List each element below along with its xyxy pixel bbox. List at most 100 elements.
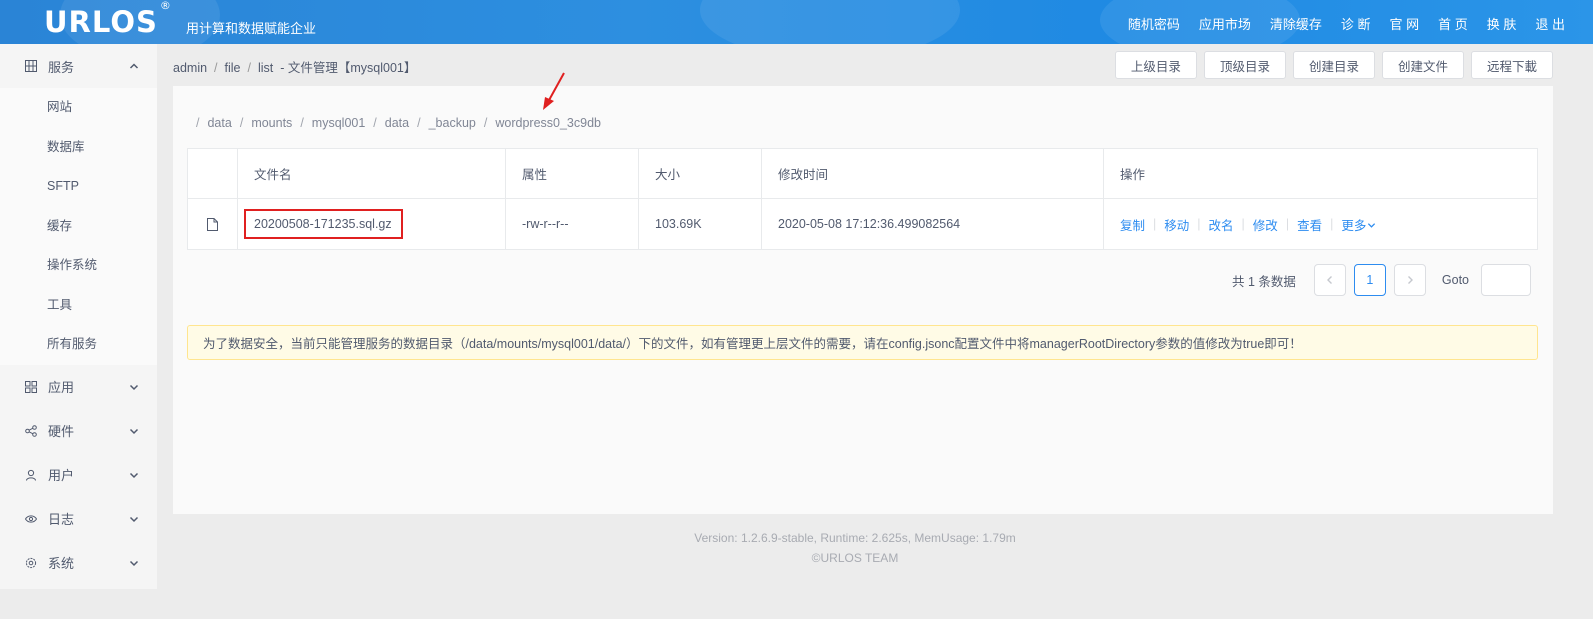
more-label: 更多 bbox=[1341, 218, 1367, 233]
path-segment[interactable]: mounts bbox=[251, 116, 292, 130]
sidebar-item-database[interactable]: 数据库 bbox=[0, 128, 157, 168]
slogan: 用计算和数据赋能企业 bbox=[186, 21, 317, 36]
nav-official-site[interactable]: 官 网 bbox=[1390, 14, 1420, 33]
path-segment[interactable]: data bbox=[207, 116, 231, 130]
logo-registered-mark: ® bbox=[159, 0, 172, 13]
pagination: 共 1 条数据 1 Goto bbox=[1232, 264, 1531, 296]
prev-page-button[interactable] bbox=[1313, 264, 1346, 296]
sidebar-group-label: 日志 bbox=[48, 512, 75, 527]
copy-link[interactable]: 复制 bbox=[1120, 215, 1145, 234]
op-separator: | bbox=[1330, 217, 1334, 231]
breadcrumb-separator: / bbox=[214, 61, 218, 75]
path-segment[interactable]: mysql001 bbox=[312, 116, 366, 130]
create-dir-button[interactable]: 创建目录 bbox=[1292, 51, 1375, 79]
file-name[interactable]: 20200508-171235.sql.gz bbox=[244, 209, 403, 239]
file-table: 文件名 属性 大小 修改时间 操作 20200508-171235.sql.gz… bbox=[187, 148, 1538, 250]
file-ops: 复制 | 移动 | 改名 | 修改 | 查看 | 更多 bbox=[1104, 199, 1537, 249]
file-attr: -rw-r--r-- bbox=[506, 199, 639, 249]
view-link[interactable]: 查看 bbox=[1297, 215, 1322, 234]
parent-dir-button[interactable]: 上级目录 bbox=[1114, 51, 1197, 79]
op-separator: | bbox=[1197, 217, 1201, 231]
sidebar-item-website[interactable]: 网站 bbox=[0, 88, 157, 128]
chevron-down-icon bbox=[129, 468, 139, 483]
chevron-right-icon bbox=[1407, 276, 1413, 284]
breadcrumb-dash: - bbox=[276, 61, 288, 75]
file-panel: / data / mounts / mysql001 / data / _backup / wordp… bbox=[173, 86, 1553, 514]
file-size: 103.69K bbox=[639, 199, 762, 249]
eye-icon bbox=[24, 512, 38, 526]
pagination-total: 共 1 条数据 bbox=[1231, 274, 1296, 289]
chevron-down-icon bbox=[1366, 219, 1376, 233]
security-notice: 为了数据安全，当前只能管理服务的数据目录（/data/mounts/mysql0… bbox=[187, 325, 1538, 360]
path-segment[interactable]: data bbox=[385, 116, 409, 130]
more-dropdown[interactable]: 更多 bbox=[1341, 215, 1376, 234]
remote-download-button[interactable]: 远程下載 bbox=[1470, 51, 1553, 79]
table-header-size: 大小 bbox=[639, 149, 762, 198]
sidebar-group-label: 服务 bbox=[48, 59, 75, 75]
header-decoration bbox=[700, 0, 960, 44]
goto-page-input[interactable] bbox=[1481, 264, 1531, 296]
path-segment[interactable]: _backup bbox=[429, 116, 476, 130]
sidebar-group-apps[interactable]: 应用 bbox=[0, 365, 157, 409]
nav-home[interactable]: 首 页 bbox=[1438, 14, 1468, 33]
nav-app-market[interactable]: 应用市场 bbox=[1199, 14, 1251, 33]
nav-skin[interactable]: 换 肤 bbox=[1487, 14, 1517, 33]
next-page-button[interactable] bbox=[1393, 264, 1426, 296]
path-separator: / bbox=[417, 116, 421, 130]
breadcrumb-item[interactable]: admin bbox=[173, 61, 207, 75]
nav-logout[interactable]: 退 出 bbox=[1535, 14, 1565, 33]
op-separator: | bbox=[1241, 217, 1245, 231]
sidebar-item-all-services[interactable]: 所有服务 bbox=[0, 325, 157, 365]
sidebar-item-cache[interactable]: 缓存 bbox=[0, 207, 157, 247]
page-1-button[interactable]: 1 bbox=[1353, 264, 1386, 296]
path-breadcrumb: / data / mounts / mysql001 / data / _backup / wordp… bbox=[196, 116, 601, 130]
op-separator: | bbox=[1285, 217, 1290, 231]
breadcrumb-separator: / bbox=[247, 61, 251, 75]
file-mtime: 2020-05-08 17:12:36.499082564 bbox=[762, 199, 1104, 249]
sidebar-group-logs[interactable]: 日志 bbox=[0, 497, 157, 541]
sidebar-item-tools[interactable]: 工具 bbox=[0, 286, 157, 326]
chevron-left-icon bbox=[1326, 276, 1332, 284]
sidebar-group-users[interactable]: 用户 bbox=[0, 453, 157, 497]
sidebar-item-os[interactable]: 操作系统 bbox=[0, 246, 157, 286]
table-header-icon bbox=[188, 149, 238, 198]
rename-link[interactable]: 改名 bbox=[1209, 215, 1234, 234]
top-dir-button[interactable]: 顶级目录 bbox=[1203, 51, 1286, 79]
chevron-down-icon bbox=[129, 424, 139, 439]
chevron-up-icon bbox=[129, 59, 139, 74]
breadcrumb-item[interactable]: list bbox=[258, 61, 273, 75]
goto-label: Goto bbox=[1441, 273, 1469, 287]
sidebar-group-label: 应用 bbox=[48, 380, 75, 395]
path-separator: / bbox=[239, 116, 244, 130]
chevron-down-icon bbox=[129, 556, 139, 571]
breadcrumb-item[interactable]: file bbox=[225, 61, 241, 75]
table-header-mtime: 修改时间 bbox=[762, 149, 1104, 198]
page-title: 文件管理【mysql001】 bbox=[287, 61, 417, 75]
path-segment-current[interactable]: wordpress0_3c9db bbox=[495, 116, 601, 130]
nav-diagnose[interactable]: 诊 断 bbox=[1341, 14, 1371, 33]
table-header-attr: 属性 bbox=[506, 149, 639, 198]
edit-link[interactable]: 修改 bbox=[1253, 215, 1278, 234]
sidebar-group-hardware[interactable]: 硬件 bbox=[0, 409, 157, 453]
path-root[interactable]: / bbox=[196, 116, 199, 130]
sidebar-group-system[interactable]: 系统 bbox=[0, 541, 157, 585]
footer-version: Version: 1.2.6.9-stable, Runtime: 2.625s… bbox=[694, 531, 1016, 545]
sidebar-item-sftp[interactable]: SFTP bbox=[0, 167, 157, 207]
table-row: 20200508-171235.sql.gz -rw-r--r-- 103.69… bbox=[188, 199, 1537, 249]
path-separator: / bbox=[483, 116, 488, 130]
apps-icon bbox=[24, 380, 38, 394]
grid-box-icon bbox=[24, 59, 38, 73]
path-separator: / bbox=[373, 116, 377, 130]
sidebar-group-label: 用户 bbox=[48, 468, 75, 483]
toolbar: 上级目录 顶级目录 创建目录 创建文件 远程下載 bbox=[1108, 51, 1553, 79]
move-link[interactable]: 移动 bbox=[1164, 215, 1189, 234]
op-separator: | bbox=[1153, 217, 1157, 231]
red-arrow-icon bbox=[543, 72, 565, 110]
nav-clear-cache[interactable]: 清除缓存 bbox=[1270, 14, 1322, 33]
logo[interactable]: URLOS ® bbox=[44, 0, 171, 39]
nav-random-password[interactable]: 随机密码 bbox=[1128, 14, 1180, 33]
gear-icon bbox=[24, 556, 38, 570]
sidebar-group-label: 硬件 bbox=[48, 424, 75, 439]
sidebar-group-services[interactable]: 服务 bbox=[0, 44, 157, 88]
create-file-button[interactable]: 创建文件 bbox=[1381, 51, 1464, 79]
